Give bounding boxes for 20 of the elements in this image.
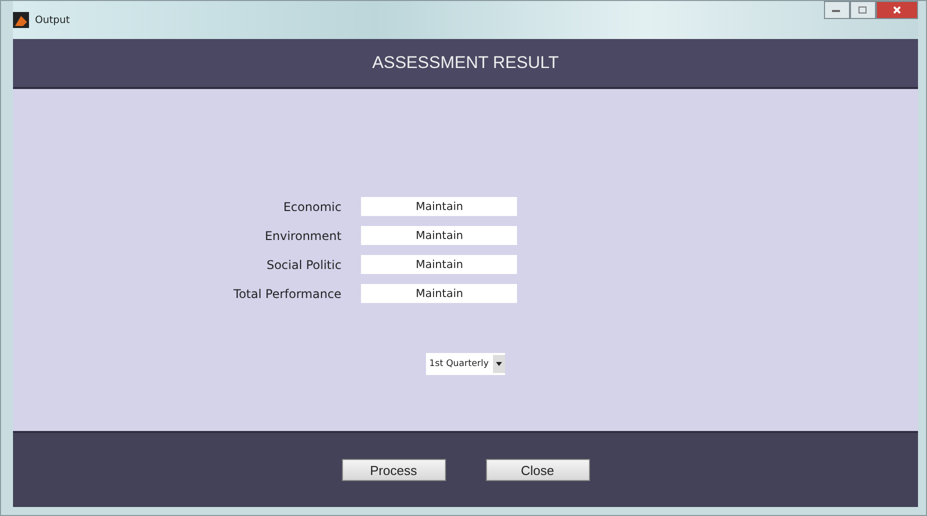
- result-field: Maintain: [361, 197, 518, 216]
- minimize-button[interactable]: [824, 1, 850, 19]
- header-title: ASSESSMENT RESULT: [372, 53, 559, 73]
- close-button[interactable]: [876, 1, 918, 19]
- result-label: Economic: [282, 200, 342, 214]
- result-label: Social Politic: [266, 258, 342, 272]
- result-field: Maintain: [361, 284, 518, 303]
- result-field: Maintain: [361, 226, 518, 245]
- window-title: Output: [35, 14, 70, 26]
- close-icon: [892, 5, 902, 15]
- period-dropdown[interactable]: 1st Quarterly: [426, 353, 505, 375]
- result-field: Maintain: [361, 255, 518, 274]
- result-label: Total Performance: [234, 286, 342, 300]
- app-icon: [13, 12, 29, 28]
- result-label: Environment: [264, 228, 342, 242]
- minimize-icon: [832, 7, 842, 13]
- close-dialog-button[interactable]: Close: [486, 459, 590, 481]
- process-button[interactable]: Process: [342, 459, 446, 481]
- maximize-button[interactable]: [850, 1, 876, 19]
- maximize-icon: [858, 6, 868, 14]
